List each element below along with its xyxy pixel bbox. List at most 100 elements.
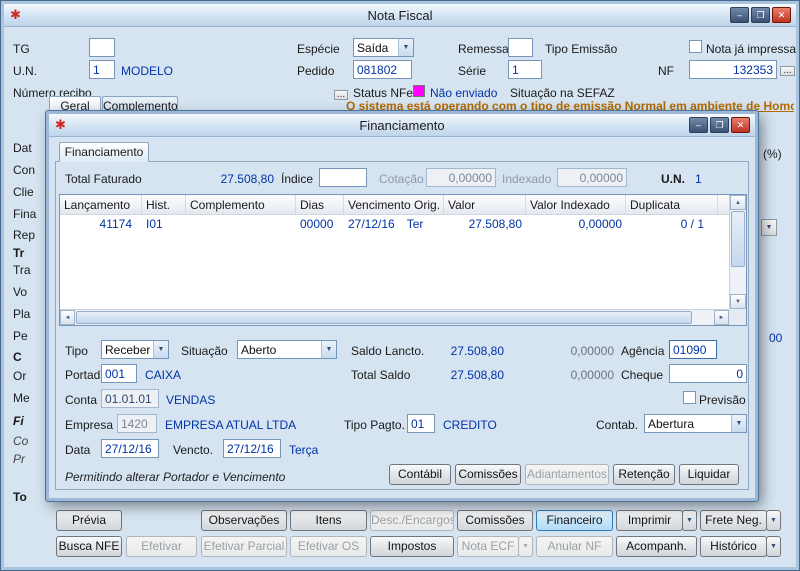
un-label: U.N. [13,64,37,78]
agencia-field[interactable]: 01090 [669,340,717,359]
dialog-icon: ✱ [55,117,66,133]
situacao-label: Situação [181,344,228,358]
liquidar-button[interactable]: Liquidar [679,464,739,485]
un-name: MODELO [121,64,173,78]
tg-field[interactable] [89,38,115,57]
nf-more-button[interactable]: ... [780,66,795,76]
clipped-label: Vo [13,285,45,299]
remessa-field[interactable] [508,38,533,57]
nota-impressa-checkbox[interactable] [689,40,702,53]
frete-neg-dropdown-icon[interactable]: ▼ [766,510,781,531]
historico-dropdown-icon[interactable]: ▼ [766,536,781,557]
imprimir-dropdown-icon[interactable]: ▼ [682,510,697,531]
adiantamentos-button: Adiantamentos [525,464,609,485]
saldo-lancto-label: Saldo Lancto. [351,344,424,358]
acompanh-button[interactable]: Acompanh. [616,536,697,557]
indice-field[interactable] [319,168,367,187]
chevron-down-icon: ▼ [321,341,336,358]
indice-label: Índice [281,172,313,186]
clipped-section-label: Fi [13,414,45,428]
col-lancamento[interactable]: Lançamento [60,195,142,214]
vencto-field[interactable]: 27/12/16 [223,439,281,458]
pedido-field[interactable]: 081802 [353,60,412,79]
efetivar-button: Efetivar [126,536,197,557]
dialog-titlebar[interactable]: ✱ Financiamento [49,114,755,137]
busca-nfe-button[interactable]: Busca NFE [56,536,122,557]
total-saldo-value: 27.508,80 [429,368,504,382]
minimize-icon[interactable]: – [730,7,749,23]
comissoes-dialog-button[interactable]: Comissões [455,464,521,485]
scroll-up-icon[interactable]: ▲ [730,195,746,210]
situacao-select[interactable]: Aberto ▼ [237,340,337,359]
portador-field[interactable]: 001 [101,364,137,383]
main-window-title: Nota Fiscal [4,8,796,23]
observacoes-button[interactable]: Observações [201,510,287,531]
especie-select[interactable]: Saída ▼ [353,38,414,57]
table-vertical-scrollbar[interactable]: ▲ ▼ [729,195,746,309]
previa-button[interactable]: Prévia [56,510,122,531]
remessa-label: Remessa [458,42,509,56]
tipo-pagto-field[interactable]: 01 [407,414,435,433]
col-dias[interactable]: Dias [296,195,344,214]
nf-field[interactable]: 132353 [689,60,777,79]
imprimir-button[interactable]: Imprimir [616,510,683,531]
col-complemento[interactable]: Complemento [186,195,296,214]
contab-label: Contab. [596,418,638,432]
frete-neg-button[interactable]: Frete Neg. [700,510,767,531]
scroll-left-icon[interactable]: ◄ [60,310,75,325]
clipped-section-label: To [13,490,45,504]
tipo-select[interactable]: Receber ▼ [101,340,169,359]
contab-select[interactable]: Abertura ▼ [644,414,747,433]
nota-ecf-dropdown-icon: ▼ [518,536,533,557]
col-hist[interactable]: Hist. [142,195,186,214]
main-titlebar[interactable]: ✱ Nota Fiscal [4,4,796,27]
clipped-label: Rep [13,228,45,242]
contabil-button[interactable]: Contábil [389,464,451,485]
clipped-label: Clie [13,185,45,199]
vscroll-thumb[interactable] [731,211,745,267]
chevron-down-icon: ▼ [731,415,746,432]
tipo-pagto-label: Tipo Pagto. [344,418,405,432]
financiamento-dialog: ✱ Financiamento – ❐ ✕ Financiamento Tota… [46,111,758,501]
col-vencimento-orig[interactable]: Vencimento Orig. [344,195,444,214]
impostos-button[interactable]: Impostos [370,536,454,557]
conta-field: 01.01.01 [101,389,159,408]
dialog-minimize-icon[interactable]: – [689,117,708,133]
previsao-checkbox[interactable] [683,391,696,404]
dialog-maximize-icon[interactable]: ❐ [710,117,729,133]
col-valor[interactable]: Valor [444,195,526,214]
historico-button[interactable]: Histórico [700,536,767,557]
vencimento-date: 27/12/16 [348,217,395,231]
retencao-button[interactable]: Retenção [613,464,675,485]
data-field[interactable]: 27/12/16 [101,439,159,458]
col-valor-indexado[interactable]: Valor Indexado [526,195,626,214]
col-duplicata[interactable]: Duplicata [626,195,718,214]
dialog-title: Financiamento [49,118,755,133]
un-field[interactable]: 1 [89,60,115,79]
clipped-section-label: Tr [13,246,45,260]
empresa-field: 1420 [117,414,157,433]
tab-financiamento[interactable]: Financiamento [59,142,149,162]
anular-nf-button: Anular NF [536,536,613,557]
close-icon[interactable]: ✕ [772,7,791,23]
maximize-icon[interactable]: ❐ [751,7,770,23]
chevron-down-icon[interactable]: ▼ [761,219,777,236]
clipped-label: Pla [13,307,45,321]
scroll-right-icon[interactable]: ► [714,310,729,325]
dialog-close-icon[interactable]: ✕ [731,117,750,133]
cheque-label: Cheque [621,368,663,382]
nota-ecf-button: Nota ECF [457,536,519,557]
table-header-row: Lançamento Hist. Complemento Dias Vencim… [60,195,746,215]
table-row[interactable]: 41174 I01 00000 27/12/16Ter 27.508,80 0,… [60,215,746,234]
chevron-down-icon: ▼ [398,39,413,56]
dialog-un-label: U.N. [661,172,685,186]
itens-button[interactable]: Itens [290,510,367,531]
financeiro-button[interactable]: Financeiro [536,510,613,531]
scroll-down-icon[interactable]: ▼ [730,294,746,309]
hscroll-thumb[interactable] [76,311,692,324]
table-horizontal-scrollbar[interactable]: ◄ ► [60,309,729,325]
cheque-field[interactable]: 0 [669,364,747,383]
comissoes-button[interactable]: Comissões [457,510,533,531]
total-faturado-label: Total Faturado [65,172,142,186]
serie-field[interactable]: 1 [508,60,542,79]
